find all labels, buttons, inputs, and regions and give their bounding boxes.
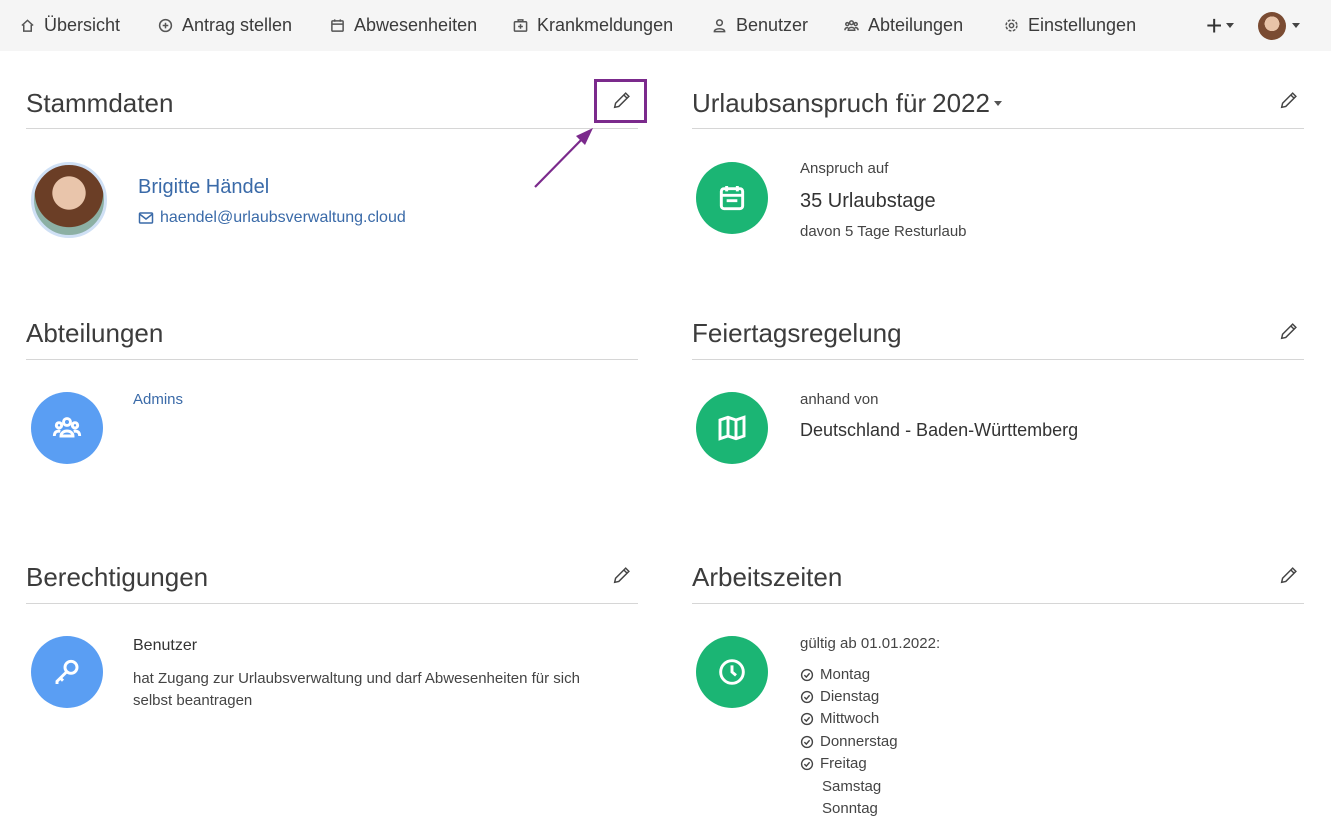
check-circle-icon: [800, 668, 814, 681]
working-time-badge: [696, 636, 768, 708]
permissions-badge: [31, 636, 103, 708]
pencil-icon: [613, 567, 630, 584]
section-divider: [692, 359, 1304, 360]
nav-item-antrag-stellen[interactable]: Antrag stellen: [158, 0, 292, 51]
holiday-region: Deutschland - Baden-Württemberg: [800, 420, 1079, 440]
users-group-icon: [52, 417, 82, 438]
user-menu-button[interactable]: [1258, 0, 1300, 51]
day-label: Freitag: [820, 755, 867, 772]
workday-item: Donnerstag: [800, 733, 898, 750]
department-link-admins[interactable]: Admins: [133, 391, 183, 408]
map-icon: [718, 415, 746, 441]
gear-icon: [1005, 19, 1018, 32]
day-label: Donnerstag: [820, 733, 898, 750]
working-time-valid-from: gültig ab 01.01.2022:: [800, 635, 941, 652]
user-icon: [713, 19, 726, 33]
nav-item-uebersicht[interactable]: Übersicht: [20, 0, 120, 51]
stammdaten-title: Stammdaten: [26, 88, 174, 118]
caret-down-icon: [993, 101, 1002, 106]
pencil-icon: [1280, 92, 1297, 109]
day-label: Montag: [820, 666, 871, 683]
abteilungen-title: Abteilungen: [26, 318, 164, 348]
nav-item-label: Abwesenheiten: [354, 15, 478, 35]
check-circle-icon: [800, 735, 814, 748]
profile-avatar: [31, 162, 107, 238]
nav-item-krankmeldungen[interactable]: Krankmeldungen: [513, 0, 673, 51]
nav-item-label: Antrag stellen: [182, 15, 293, 35]
urlaubsanspruch-title-text: Urlaubsanspruch für: [692, 88, 927, 118]
section-divider: [26, 359, 638, 360]
non-workday-item: Sonntag: [822, 800, 878, 817]
arbeitszeiten-title: Arbeitszeiten: [692, 562, 843, 592]
nav-item-label: Benutzer: [736, 15, 809, 35]
check-circle-icon: [800, 690, 814, 703]
section-divider: [692, 128, 1304, 129]
day-label: Samstag: [822, 778, 882, 795]
top-navigation: Übersicht Antrag stellen Abwesenheiten K…: [0, 0, 1331, 51]
user-email: haendel@urlaubsverwaltung.cloud: [160, 209, 406, 226]
edit-highlight-box: [594, 79, 647, 123]
day-label: Sonntag: [822, 800, 878, 817]
workday-item: Mittwoch: [800, 710, 879, 727]
section-divider: [26, 603, 638, 604]
calendar-icon: [719, 186, 745, 211]
medical-bag-icon: [513, 19, 528, 32]
remaining-days: davon 5 Tage Resturlaub: [800, 223, 967, 240]
year-select[interactable]: 2022: [932, 88, 1002, 119]
nav-item-label: Abteilungen: [868, 15, 964, 35]
workday-item: Freitag: [800, 755, 867, 772]
check-circle-icon: [800, 757, 814, 770]
day-label: Mittwoch: [820, 710, 880, 727]
feiertagsregelung-title: Feiertagsregelung: [692, 318, 902, 348]
pencil-icon: [1280, 323, 1297, 340]
vacation-calendar-badge: [696, 162, 768, 234]
calendar-icon: [331, 19, 344, 32]
nav-item-benutzer[interactable]: Benutzer: [712, 0, 808, 51]
quick-add-menu-button[interactable]: +: [1206, 0, 1246, 51]
edit-arbeitszeiten-button[interactable]: [1278, 564, 1302, 588]
key-icon: [55, 659, 79, 684]
nav-item-abteilungen[interactable]: Abteilungen: [844, 0, 963, 51]
urlaubsanspruch-title: Urlaubsanspruch für 2022: [692, 88, 1002, 119]
edit-berechtigungen-button[interactable]: [611, 564, 635, 588]
departments-badge: [31, 392, 103, 464]
workday-item: Dienstag: [800, 688, 879, 705]
permission-role: Benutzer: [133, 637, 198, 654]
berechtigungen-title: Berechtigungen: [26, 562, 209, 592]
edit-urlaubsanspruch-button[interactable]: [1278, 89, 1302, 113]
entitlement-caption: Anspruch auf: [800, 160, 889, 177]
edit-feiertagsregelung-button[interactable]: [1278, 320, 1302, 344]
plus-icon: +: [1206, 9, 1223, 41]
caret-down-icon: [1226, 23, 1235, 28]
users-group-icon: [844, 20, 859, 31]
nav-item-label: Übersicht: [44, 15, 121, 35]
home-icon: [21, 19, 34, 32]
avatar: [1258, 11, 1286, 40]
clock-icon: [719, 659, 745, 685]
permission-description-line1: hat Zugang zur Urlaubsverwaltung und dar…: [133, 670, 580, 687]
pencil-icon: [1280, 567, 1297, 584]
user-email-link[interactable]: haendel@urlaubsverwaltung.cloud: [138, 209, 406, 227]
mail-icon: [138, 212, 154, 224]
entitlement-days: 35 Urlaubstage: [800, 190, 936, 212]
non-workday-item: Samstag: [822, 778, 881, 795]
permission-description-line2: selbst beantragen: [133, 692, 253, 709]
section-divider: [692, 603, 1304, 604]
year-select-value: 2022: [932, 88, 990, 118]
nav-item-abwesenheiten[interactable]: Abwesenheiten: [330, 0, 477, 51]
plus-circle-icon: [158, 18, 173, 33]
nav-item-label: Einstellungen: [1028, 15, 1137, 35]
arrow-annotation-icon: [534, 128, 593, 188]
holiday-region-badge: [696, 392, 768, 464]
caret-down-icon: [1292, 23, 1300, 28]
holiday-caption: anhand von: [800, 391, 879, 408]
check-circle-icon: [800, 712, 814, 725]
nav-item-label: Krankmeldungen: [537, 15, 674, 35]
nav-item-einstellungen[interactable]: Einstellungen: [1004, 0, 1136, 51]
user-name: Brigitte Händel: [138, 176, 270, 198]
workday-item: Montag: [800, 666, 870, 683]
day-label: Dienstag: [820, 688, 880, 705]
